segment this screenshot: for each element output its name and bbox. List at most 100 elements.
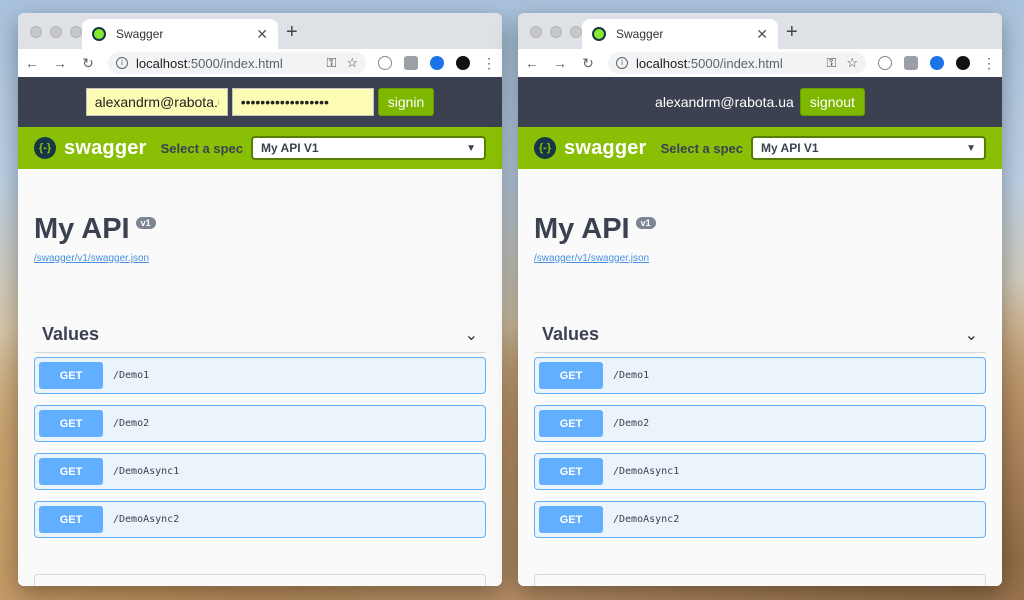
operation-path: /DemoAsync2	[613, 514, 680, 525]
tab-close-icon[interactable]: ✕	[756, 26, 768, 43]
extension-icon[interactable]	[878, 56, 892, 70]
swagger-logo-text: swagger	[564, 136, 647, 159]
url-text: localhost:5000/index.html	[136, 56, 316, 71]
operation-path: /DemoAsync1	[613, 466, 680, 477]
profile-icon[interactable]	[956, 56, 970, 70]
info-icon[interactable]: i	[116, 57, 128, 69]
star-icon[interactable]: ☆	[346, 55, 358, 71]
window-controls	[30, 26, 82, 38]
operation-demoasync2[interactable]: GET /DemoAsync2	[534, 501, 986, 538]
chevron-down-icon[interactable]: ⌄	[465, 325, 478, 345]
new-tab-button[interactable]: +	[786, 21, 798, 44]
auth-bar: alexandrm@rabota.ua signout	[518, 77, 1002, 127]
refresh-extension-icon[interactable]	[430, 56, 444, 70]
shield-extension-icon[interactable]	[904, 56, 918, 70]
key-icon[interactable]: ⚿	[326, 55, 336, 71]
api-title-text: My API	[534, 213, 630, 245]
spec-json-link[interactable]: /swagger/v1/swagger.json	[34, 253, 149, 264]
swagger-logo-icon: {-}	[534, 137, 556, 159]
tab-title: Swagger	[116, 27, 164, 41]
close-window-button[interactable]	[30, 26, 42, 38]
spec-json-link[interactable]: /swagger/v1/swagger.json	[534, 253, 649, 264]
operation-demoasync2[interactable]: GET /DemoAsync2	[34, 501, 486, 538]
browser-tab[interactable]: Swagger ✕	[582, 19, 778, 49]
tag-name: Values	[42, 324, 100, 344]
select-spec-label: Select a spec	[660, 140, 743, 156]
key-icon[interactable]: ⚿	[826, 55, 836, 71]
refresh-extension-icon[interactable]	[930, 56, 944, 70]
tag-section-header[interactable]: Values ⌄	[534, 317, 986, 353]
star-icon[interactable]: ☆	[846, 55, 858, 71]
operation-path: /DemoAsync2	[113, 514, 180, 525]
browser-window-right: Swagger ✕ + ← → ↻ i localhost:5000/index…	[518, 13, 1002, 586]
get-method-badge: GET	[539, 506, 603, 533]
email-field[interactable]	[85, 88, 228, 116]
extension-icon[interactable]	[378, 56, 392, 70]
operation-demoasync1[interactable]: GET /DemoAsync1	[34, 453, 486, 490]
operation-path: /Demo2	[113, 418, 150, 429]
browser-tab[interactable]: Swagger ✕	[82, 19, 278, 49]
signin-button[interactable]: signin	[377, 88, 435, 116]
browser-toolbar: ← → ↻ i localhost:5000/index.html ⚿ ☆ ⋮	[18, 49, 502, 77]
operation-demoasync1[interactable]: GET /DemoAsync1	[534, 453, 986, 490]
minimize-window-button[interactable]	[50, 26, 62, 38]
spec-select[interactable]: My API V1 ▼	[251, 136, 486, 160]
browser-window-left: Swagger ✕ + ← → ↻ i localhost:5000/index…	[18, 13, 502, 586]
address-bar[interactable]: i localhost:5000/index.html ⚿ ☆	[108, 52, 366, 74]
reload-icon[interactable]: ↻	[580, 55, 596, 72]
spec-select-value: My API V1	[261, 141, 319, 155]
operation-demo1[interactable]: GET /Demo1	[534, 357, 986, 394]
swagger-logo-icon: {-}	[34, 137, 56, 159]
operation-path: /Demo1	[113, 370, 150, 381]
spec-select-value: My API V1	[761, 141, 819, 155]
maximize-window-button[interactable]	[70, 26, 82, 38]
shield-extension-icon[interactable]	[404, 56, 418, 70]
swagger-content: My API v1 /swagger/v1/swagger.json Value…	[18, 169, 502, 586]
operation-demo1[interactable]: GET /Demo1	[34, 357, 486, 394]
operation-demo2[interactable]: GET /Demo2	[34, 405, 486, 442]
auth-bar: signin	[18, 77, 502, 127]
forward-icon[interactable]: →	[52, 55, 68, 71]
get-method-badge: GET	[539, 458, 603, 485]
get-method-badge: GET	[39, 362, 103, 389]
spec-select[interactable]: My API V1 ▼	[751, 136, 986, 160]
select-spec-label: Select a spec	[160, 140, 243, 156]
get-method-badge: GET	[39, 506, 103, 533]
new-tab-button[interactable]: +	[286, 21, 298, 44]
get-method-badge: GET	[39, 458, 103, 485]
chevron-down-icon: ▼	[966, 142, 976, 154]
tag-section-header[interactable]: Values ⌄	[34, 317, 486, 353]
swagger-favicon-icon	[592, 27, 606, 41]
maximize-window-button[interactable]	[570, 26, 582, 38]
signout-button[interactable]: signout	[799, 88, 865, 116]
operations-list: GET /Demo1 GET /Demo2 GET /DemoAsync1 GE…	[534, 357, 986, 549]
profile-icon[interactable]	[456, 56, 470, 70]
close-window-button[interactable]	[530, 26, 542, 38]
info-icon[interactable]: i	[616, 57, 628, 69]
window-controls	[530, 26, 582, 38]
swagger-topbar: {-} swagger Select a spec My API V1 ▼	[518, 127, 1002, 169]
menu-icon[interactable]: ⋮	[482, 55, 496, 72]
password-field[interactable]	[231, 88, 374, 116]
operation-demo2[interactable]: GET /Demo2	[534, 405, 986, 442]
forward-icon[interactable]: →	[552, 55, 568, 71]
minimize-window-button[interactable]	[550, 26, 562, 38]
page-title: My API v1	[534, 213, 656, 246]
get-method-badge: GET	[39, 410, 103, 437]
operation-path: /DemoAsync1	[113, 466, 180, 477]
back-icon[interactable]: ←	[24, 55, 40, 71]
reload-icon[interactable]: ↻	[80, 55, 96, 72]
chevron-down-icon[interactable]: ⌄	[965, 325, 978, 345]
signed-in-user: alexandrm@rabota.ua	[655, 94, 794, 110]
back-icon[interactable]: ←	[524, 55, 540, 71]
tag-name: Values	[542, 324, 600, 344]
swagger-favicon-icon	[92, 27, 106, 41]
address-bar[interactable]: i localhost:5000/index.html ⚿ ☆	[608, 52, 866, 74]
tab-close-icon[interactable]: ✕	[256, 26, 268, 43]
operations-list: GET /Demo1 GET /Demo2 GET /DemoAsync1 GE…	[34, 357, 486, 549]
version-badge: v1	[635, 217, 656, 229]
menu-icon[interactable]: ⋮	[982, 55, 996, 72]
url-host: localhost	[136, 55, 188, 71]
tab-bar: Swagger ✕ +	[18, 13, 502, 49]
browser-toolbar: ← → ↻ i localhost:5000/index.html ⚿ ☆ ⋮	[518, 49, 1002, 77]
